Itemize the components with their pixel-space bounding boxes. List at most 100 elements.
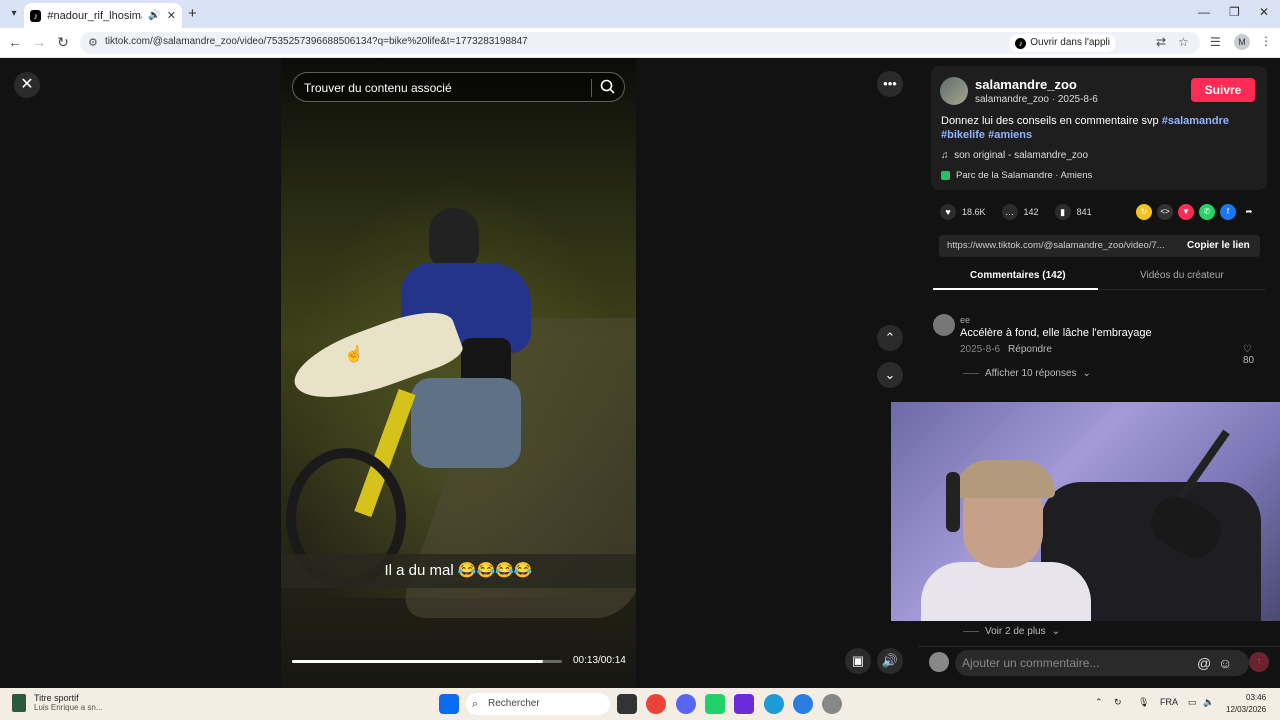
- comment-bubble-icon: …: [1001, 204, 1018, 220]
- video-progress-bar[interactable]: [292, 660, 562, 663]
- more-options-button[interactable]: •••: [877, 71, 903, 97]
- audio-playing-icon[interactable]: 🔊: [148, 10, 160, 21]
- news-widget[interactable]: Titre sportif Luis Enrique a sn...: [12, 693, 102, 712]
- previous-video-button[interactable]: ⌃: [877, 325, 903, 351]
- blue-app-icon[interactable]: [793, 694, 813, 714]
- bookmark-star-icon[interactable]: ☆: [1178, 35, 1189, 49]
- commenter-username[interactable]: ee: [960, 315, 970, 325]
- language-indicator[interactable]: FRA: [1160, 697, 1178, 707]
- hashtag-link[interactable]: #bikelife: [941, 129, 985, 141]
- sync-icon[interactable]: ↻: [1114, 697, 1122, 708]
- restore-icon[interactable]: ❐: [1229, 5, 1240, 19]
- send-comment-button[interactable]: ↑: [1249, 652, 1269, 672]
- author-avatar[interactable]: [940, 77, 968, 105]
- comment-like-count: 80: [1243, 355, 1255, 366]
- facebook-icon[interactable]: f: [1220, 204, 1236, 220]
- reload-button[interactable]: ↻: [54, 34, 72, 51]
- repost-icon[interactable]: ↻: [1136, 204, 1152, 220]
- forward-button[interactable]: →: [30, 34, 48, 50]
- comment-button[interactable]: … 142: [1001, 204, 1039, 220]
- microphone-icon[interactable]: 🎙: [1138, 697, 1149, 708]
- minimize-icon[interactable]: —: [1198, 5, 1210, 19]
- open-in-app-button[interactable]: ♪ Ouvrir dans l'appli: [1009, 34, 1116, 52]
- edge-icon[interactable]: [764, 694, 784, 714]
- settings-gear-icon[interactable]: [822, 694, 842, 714]
- music-link[interactable]: ♫ son original - salamandre_zoo: [941, 150, 1088, 161]
- commenter-avatar[interactable]: [933, 314, 955, 336]
- see-more-button[interactable]: Voir 2 de plus ⌄: [963, 626, 1060, 637]
- search-separator: [591, 79, 592, 97]
- open-in-app-label: Ouvrir dans l'appli: [1030, 37, 1110, 48]
- follow-button[interactable]: Suivre: [1191, 78, 1255, 102]
- comment-like-button[interactable]: ♡ 80: [1243, 344, 1265, 366]
- save-count: 841: [1076, 207, 1092, 217]
- tiktok-video-page: ✕ Il a du mal 😂😂😂😂 ☝ Trouver du contenu …: [0, 58, 1280, 688]
- embed-icon[interactable]: <>: [1157, 204, 1173, 220]
- discord-icon[interactable]: [676, 694, 696, 714]
- share-link-box: https://www.tiktok.com/@salamandre_zoo/v…: [939, 235, 1260, 257]
- like-button[interactable]: ♥ 18.6K: [940, 204, 986, 220]
- taskbar-search[interactable]: ⌕ Rechercher: [466, 693, 610, 715]
- picture-in-picture-button[interactable]: ▣: [845, 648, 871, 674]
- like-count: 18.6K: [962, 207, 986, 217]
- clock-time: 03:46: [1246, 693, 1267, 702]
- comment-meta: 2025-8-6 Répondre: [960, 344, 1052, 355]
- whatsapp-icon[interactable]: ✆: [1199, 204, 1215, 220]
- close-video-button[interactable]: ✕: [14, 72, 40, 98]
- widget-subtitle: Luis Enrique a sn...: [34, 703, 103, 712]
- show-replies-label: Afficher 10 réponses: [985, 368, 1077, 379]
- author-subtitle: salamandre_zoo · 2025-8-6: [975, 94, 1098, 105]
- system-clock[interactable]: 03:46 12/03/2026: [1226, 692, 1266, 716]
- see-more-divider: [963, 631, 979, 632]
- tab-list-icon[interactable]: ▾: [6, 6, 22, 22]
- tab-creator-videos[interactable]: Vidéos du créateur: [1140, 270, 1224, 281]
- search-icon[interactable]: [599, 78, 617, 96]
- related-search-placeholder: Trouver du contenu associé: [304, 81, 452, 95]
- active-tab[interactable]: ♪ #nadour_rif_lhosima #imzo 🔊 ✕: [24, 3, 182, 28]
- hashtag-link[interactable]: #salamandre: [1162, 115, 1229, 127]
- show-replies-button[interactable]: Afficher 10 réponses ⌄: [963, 368, 1091, 379]
- related-search-box[interactable]: Trouver du contenu associé: [292, 72, 625, 102]
- purple-app-icon[interactable]: [734, 694, 754, 714]
- heart-icon: ♥: [940, 204, 956, 220]
- hashtag-link[interactable]: #amiens: [988, 129, 1032, 141]
- chrome-icon[interactable]: [646, 694, 666, 714]
- reading-list-icon[interactable]: ☰: [1210, 35, 1221, 49]
- address-bar[interactable]: ⚙ tiktok.com/@salamandre_zoo/video/75352…: [80, 32, 1200, 54]
- copy-link-button[interactable]: Copier le lien: [1187, 240, 1250, 251]
- profile-avatar[interactable]: M: [1234, 34, 1250, 50]
- emoji-icon[interactable]: ☺: [1218, 655, 1232, 671]
- volume-button[interactable]: 🔊: [877, 648, 903, 674]
- windows-start-icon[interactable]: [439, 694, 459, 714]
- bookmark-icon: ▮: [1054, 204, 1071, 220]
- close-tab-icon[interactable]: ✕: [167, 9, 176, 22]
- location-label: Parc de la Salamandre · Amiens: [956, 170, 1093, 181]
- share-arrow-icon[interactable]: ➦: [1241, 204, 1257, 220]
- green-app-icon[interactable]: [705, 694, 725, 714]
- video-player[interactable]: Il a du mal 😂😂😂😂: [281, 58, 636, 688]
- tray-chevron-icon[interactable]: ⌃: [1095, 697, 1103, 708]
- chevron-down-icon: ⌄: [1051, 626, 1060, 637]
- back-button[interactable]: ←: [6, 34, 24, 50]
- browser-menu-icon[interactable]: ⋮: [1260, 34, 1272, 48]
- network-icon[interactable]: ▭: [1188, 697, 1197, 708]
- reply-button[interactable]: Répondre: [1008, 344, 1052, 355]
- new-tab-button[interactable]: +: [188, 5, 197, 22]
- mention-icon[interactable]: @: [1197, 655, 1211, 671]
- save-button[interactable]: ▮ 841: [1054, 204, 1092, 220]
- send-friend-icon[interactable]: ▼: [1178, 204, 1194, 220]
- site-info-icon[interactable]: ⚙: [88, 36, 98, 49]
- window-close-icon[interactable]: ✕: [1259, 5, 1269, 19]
- translate-icon[interactable]: ⇄: [1156, 35, 1166, 49]
- see-more-label: Voir 2 de plus: [985, 626, 1046, 637]
- music-note-icon: ♫: [941, 150, 949, 161]
- task-view-icon[interactable]: [617, 694, 637, 714]
- share-link-text[interactable]: https://www.tiktok.com/@salamandre_zoo/v…: [947, 240, 1175, 251]
- tiktok-icon: ♪: [1015, 37, 1027, 49]
- author-name[interactable]: salamandre_zoo: [975, 77, 1077, 92]
- speaker-icon[interactable]: 🔈: [1203, 697, 1214, 708]
- tab-comments[interactable]: Commentaires (142): [970, 270, 1066, 281]
- streamer-webcam-overlay: [891, 402, 1280, 621]
- next-video-button[interactable]: ⌄: [877, 362, 903, 388]
- location-link[interactable]: Parc de la Salamandre · Amiens: [941, 170, 1092, 181]
